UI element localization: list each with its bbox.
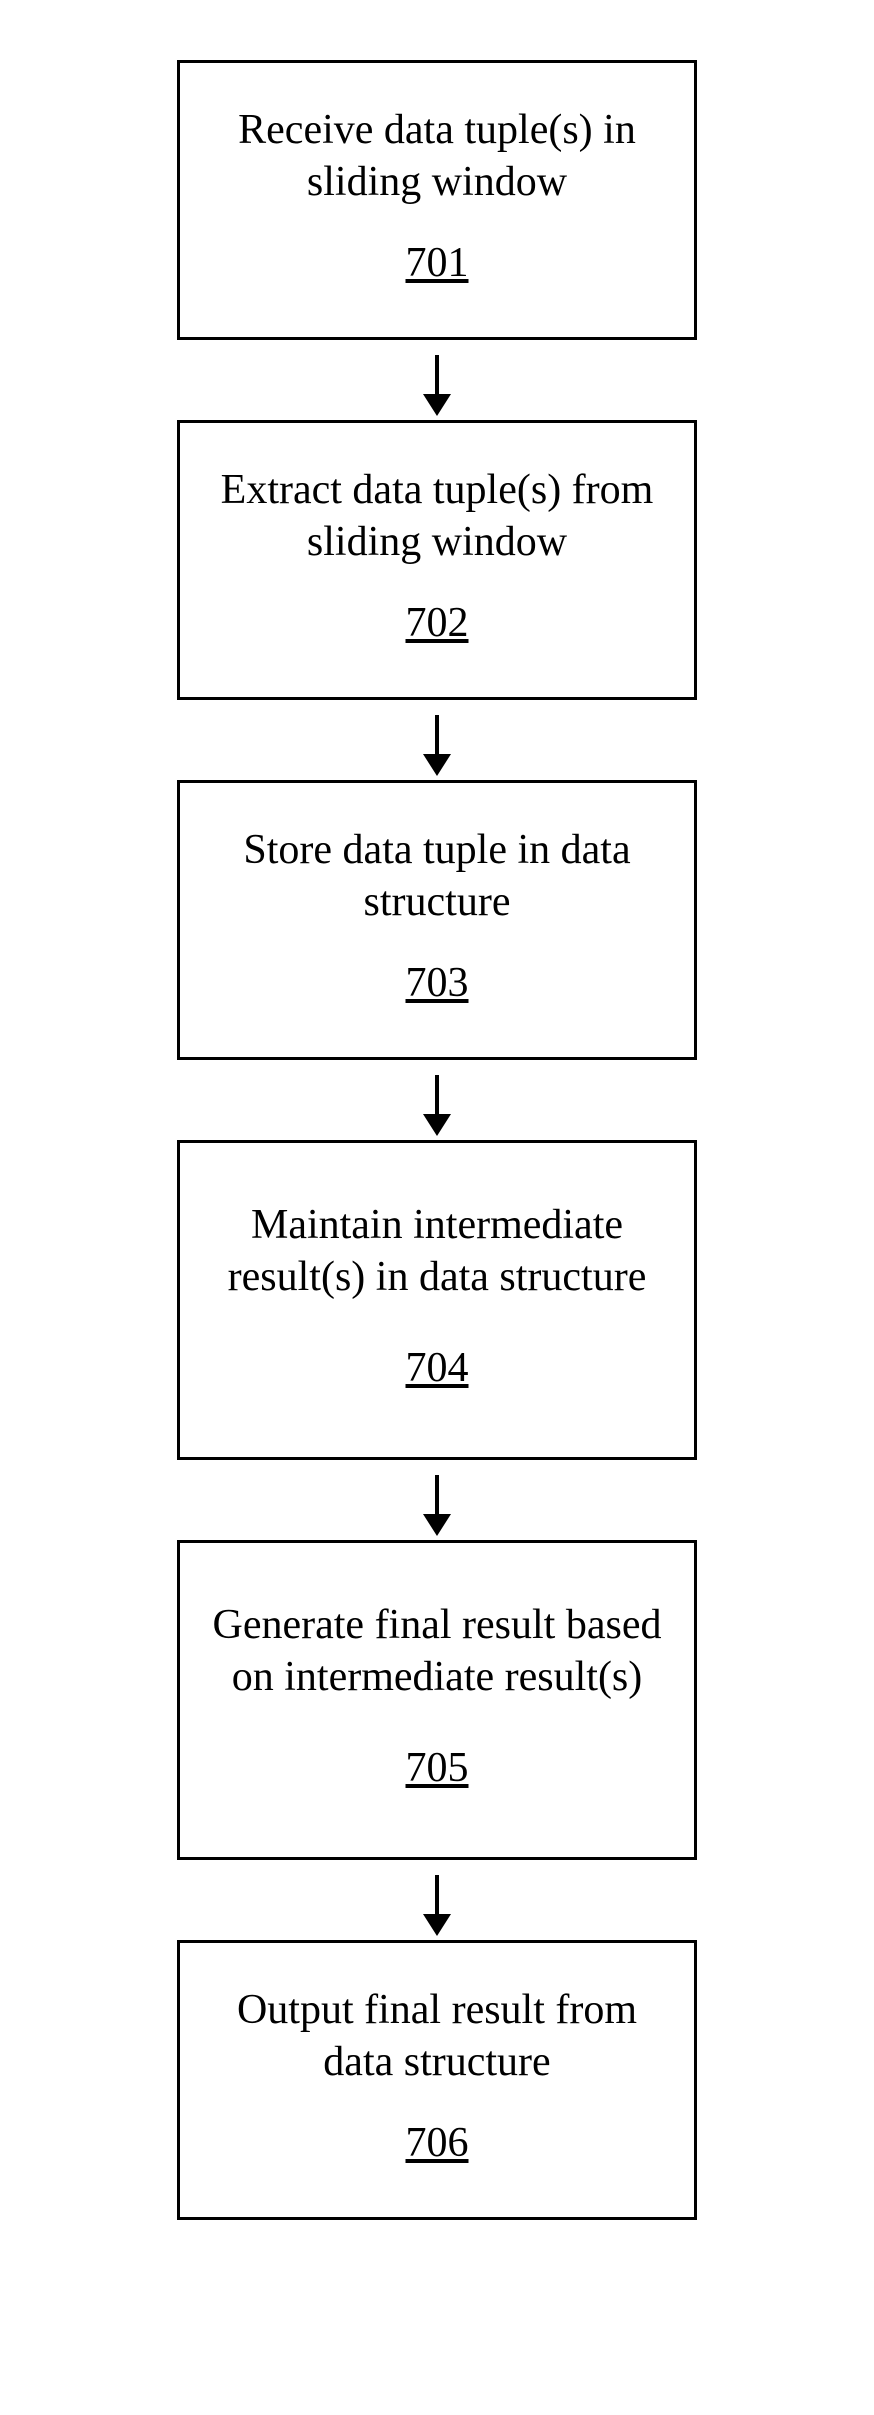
step-description: Receive data tuple(s) in sliding window [210,104,664,209]
step-number: 701 [406,239,469,287]
step-705: Generate final result based on intermedi… [177,1540,697,1860]
step-704: Maintain intermediate result(s) in data … [177,1140,697,1460]
step-number: 704 [406,1344,469,1392]
arrow-down-icon [435,340,439,420]
flowchart: Receive data tuple(s) in sliding window … [0,0,874,2280]
step-number: 703 [406,959,469,1007]
step-description: Extract data tuple(s) from sliding windo… [210,464,664,569]
step-706: Output final result from data structure … [177,1940,697,2220]
step-description: Maintain intermediate result(s) in data … [210,1199,664,1304]
step-description: Generate final result based on intermedi… [210,1599,664,1704]
arrow-down-icon [435,1060,439,1140]
step-description: Store data tuple in data structure [210,824,664,929]
step-number: 702 [406,599,469,647]
step-703: Store data tuple in data structure 703 [177,780,697,1060]
step-number: 705 [406,1744,469,1792]
step-number: 706 [406,2119,469,2167]
arrow-down-icon [435,700,439,780]
step-701: Receive data tuple(s) in sliding window … [177,60,697,340]
arrow-down-icon [435,1460,439,1540]
arrow-down-icon [435,1860,439,1940]
step-702: Extract data tuple(s) from sliding windo… [177,420,697,700]
step-description: Output final result from data structure [210,1984,664,2089]
